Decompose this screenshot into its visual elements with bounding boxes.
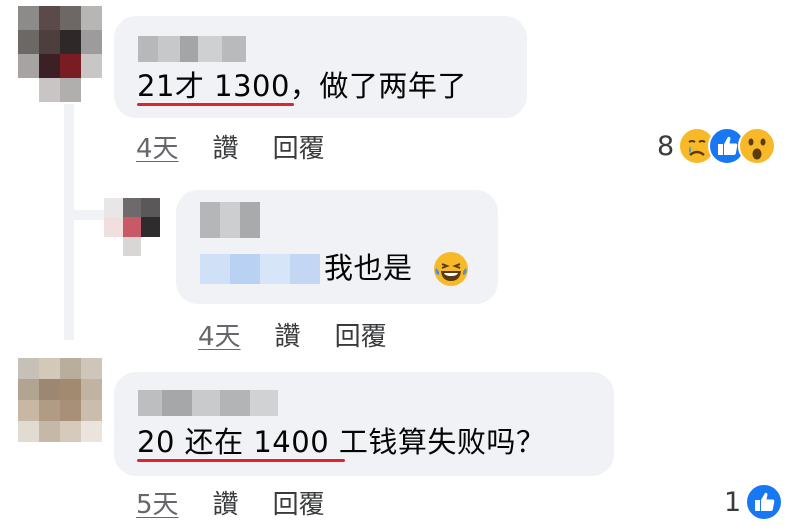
avatar[interactable] bbox=[18, 358, 102, 442]
comment-actions: 4天 讚 回覆 bbox=[198, 316, 387, 352]
reply-button[interactable]: 回覆 bbox=[273, 484, 325, 521]
reaction-summary[interactable]: 1 bbox=[724, 482, 784, 522]
laugh-tears-icon bbox=[434, 252, 468, 286]
timestamp[interactable]: 4天 bbox=[198, 316, 241, 353]
like-button[interactable]: 讚 bbox=[213, 484, 239, 521]
thread-line bbox=[64, 104, 74, 340]
avatar[interactable] bbox=[104, 198, 160, 256]
text-underline bbox=[137, 103, 294, 106]
avatar[interactable] bbox=[18, 6, 102, 102]
like-button[interactable]: 讚 bbox=[275, 316, 301, 353]
reply-button[interactable]: 回覆 bbox=[273, 128, 325, 165]
timestamp[interactable]: 5天 bbox=[136, 484, 179, 521]
comment-actions: 4天 讚 回覆 bbox=[136, 128, 325, 164]
like-button[interactable]: 讚 bbox=[213, 128, 239, 165]
comment-actions: 5天 讚 回覆 bbox=[136, 484, 325, 520]
wow-face-icon bbox=[738, 127, 777, 165]
reply-button[interactable]: 回覆 bbox=[335, 316, 387, 353]
reaction-count: 8 bbox=[657, 130, 675, 162]
timestamp[interactable]: 4天 bbox=[136, 128, 179, 165]
comment-text: 21才 1300，做了两年了 bbox=[137, 69, 467, 103]
commenter-name-blurred[interactable] bbox=[138, 36, 246, 62]
comment-text: 我也是 bbox=[324, 251, 413, 285]
mention-blurred[interactable] bbox=[200, 254, 320, 284]
comment-text: 20 还在 1400 工钱算失败吗？ bbox=[137, 425, 546, 459]
commenter-name-blurred[interactable] bbox=[200, 202, 260, 238]
commenter-name-blurred[interactable] bbox=[138, 390, 278, 416]
like-thumb-icon bbox=[745, 483, 784, 521]
reaction-summary[interactable]: 8 bbox=[657, 126, 777, 166]
text-underline bbox=[137, 459, 345, 462]
reaction-count: 1 bbox=[724, 486, 742, 518]
